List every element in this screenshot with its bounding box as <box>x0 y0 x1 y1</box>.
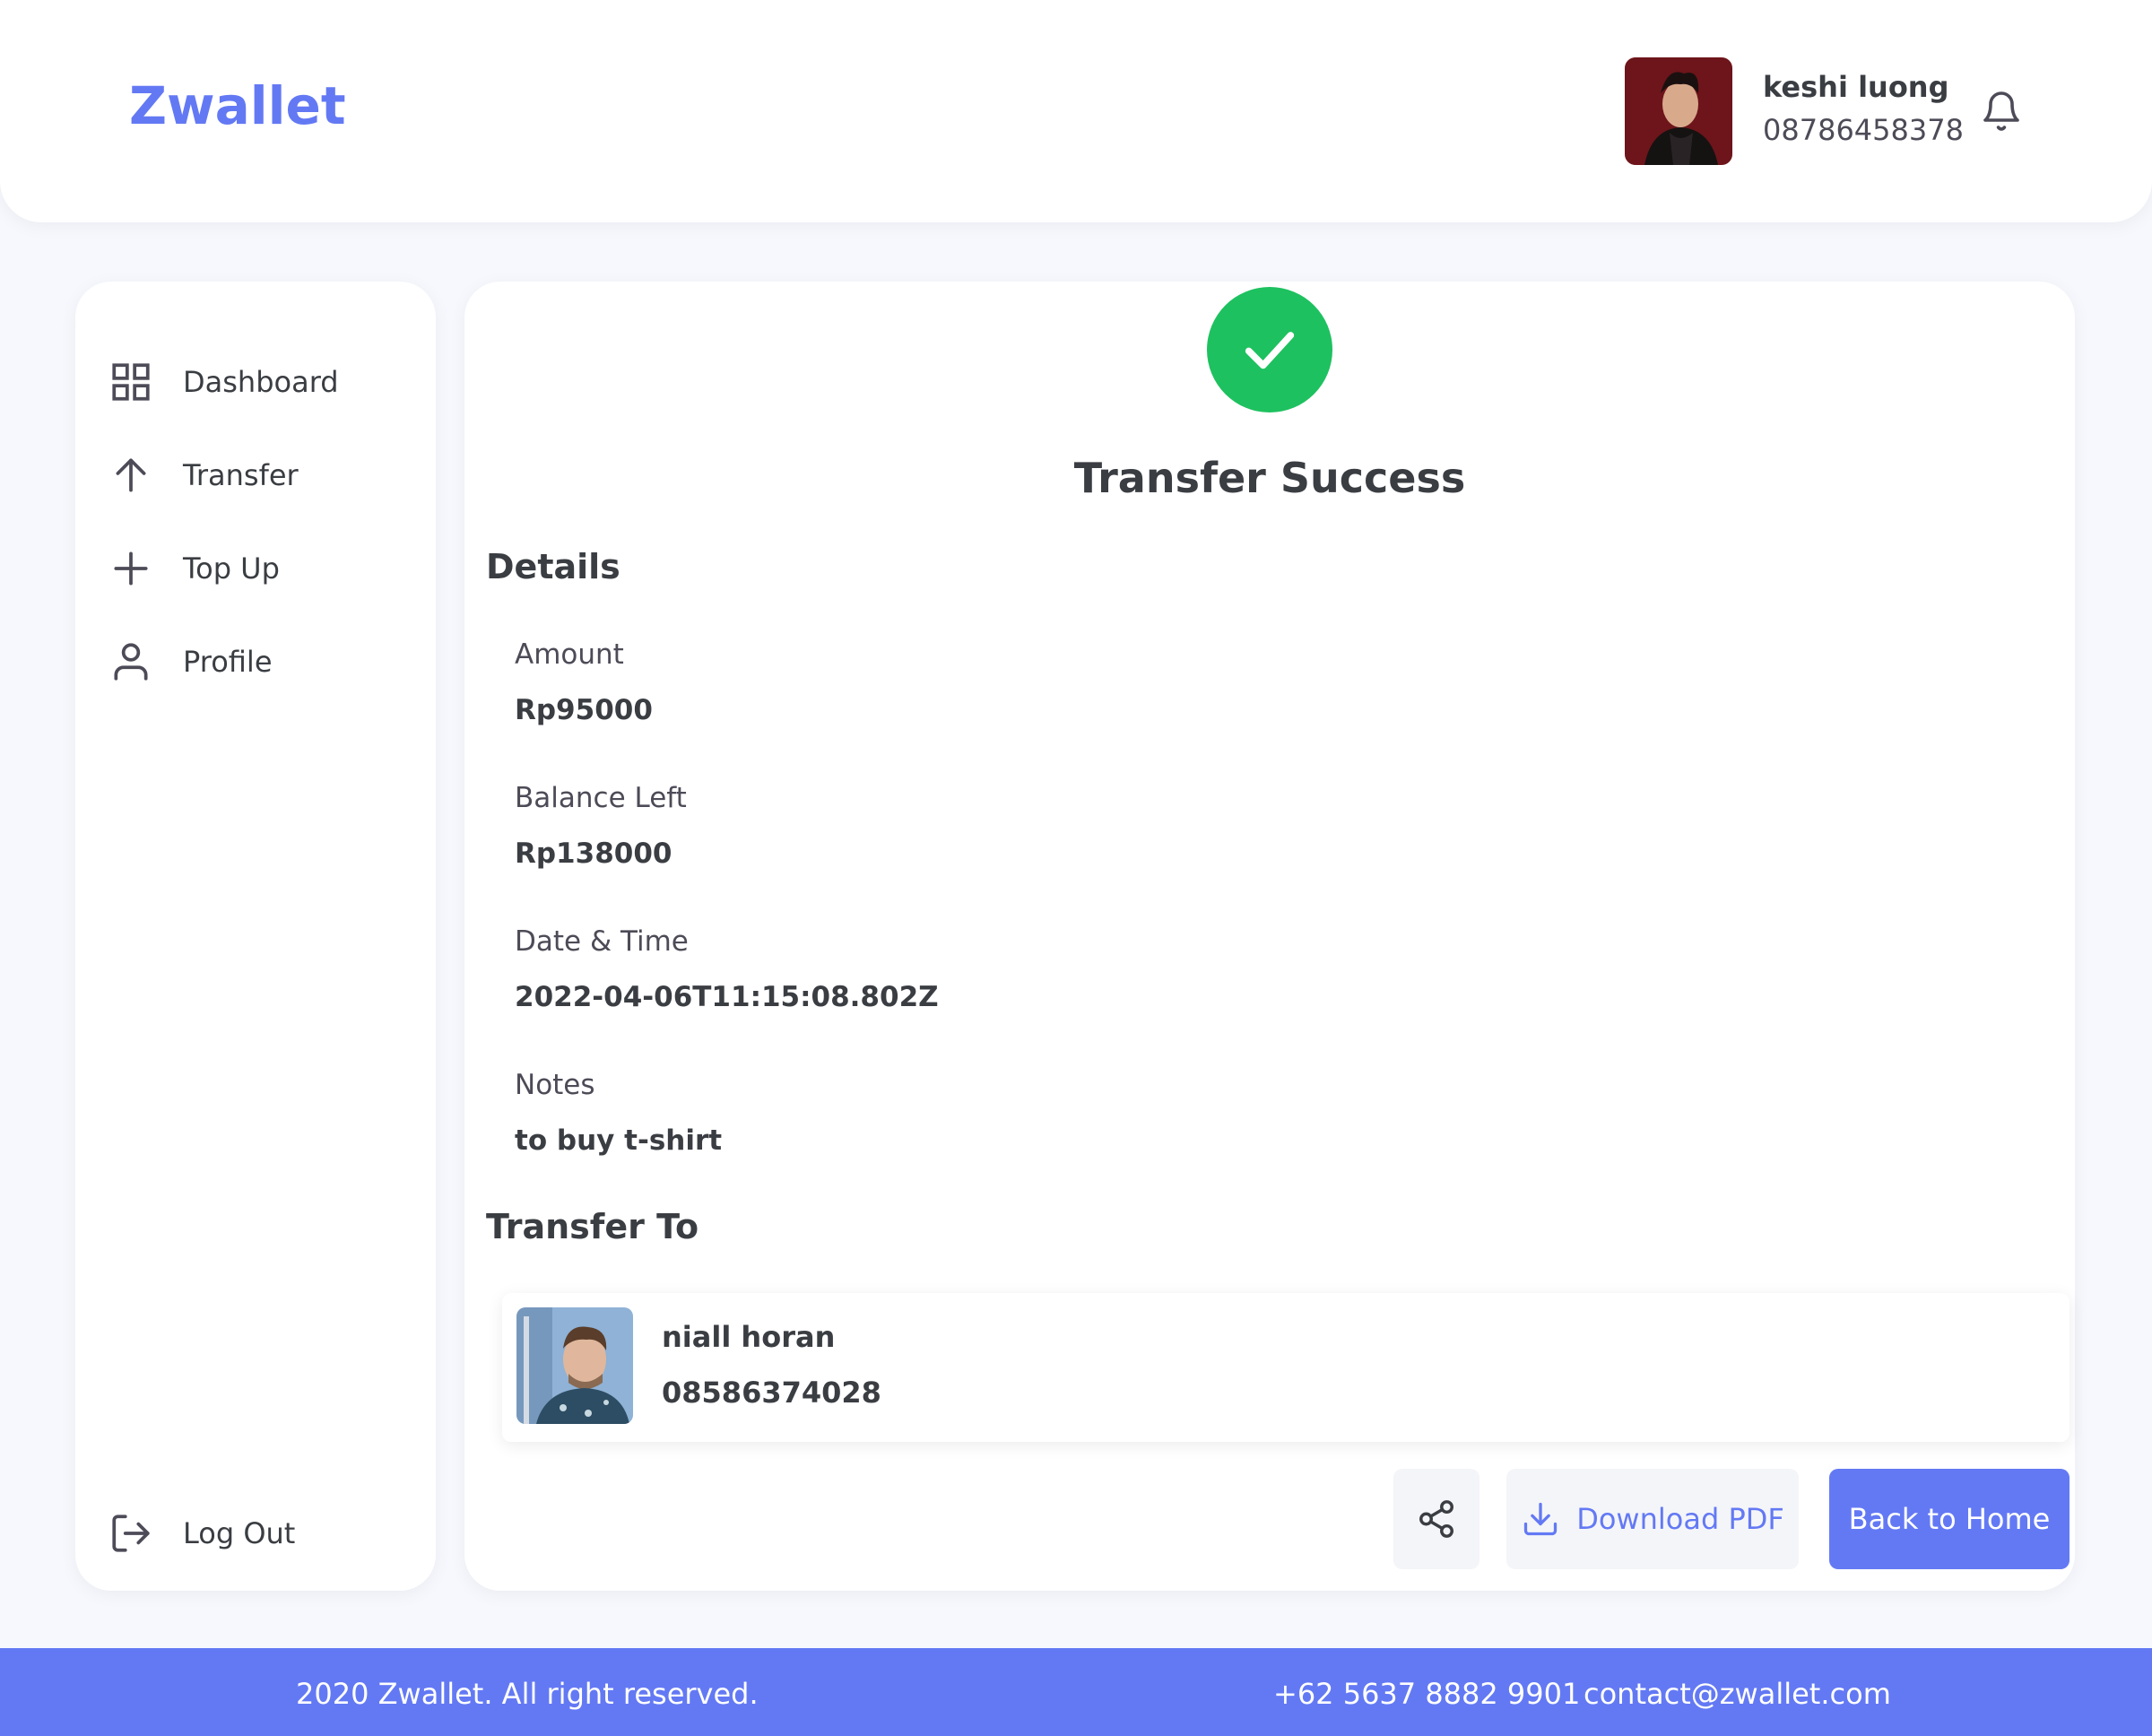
check-circle-icon <box>1207 287 1332 412</box>
transfer-result-panel: Transfer Success Details Amount Rp95000 … <box>464 282 2075 1591</box>
transfer-to-heading: Transfer To <box>486 1207 699 1246</box>
bell-icon[interactable] <box>1980 88 2023 135</box>
app-logo[interactable]: Zwallet <box>129 75 346 136</box>
sidebar-item-label: Dashboard <box>183 365 339 399</box>
logout-icon <box>108 1510 154 1557</box>
share-icon <box>1419 1500 1453 1538</box>
arrow-up-icon <box>108 452 154 499</box>
footer: 2020 Zwallet. All right reserved. +62 56… <box>0 1648 2152 1736</box>
details-heading: Details <box>486 547 620 586</box>
download-icon <box>1524 1502 1558 1536</box>
recipient-avatar <box>516 1307 633 1424</box>
user-name: keshi luong <box>1763 70 1949 104</box>
logout-button[interactable]: Log Out <box>108 1506 295 1560</box>
detail-label: Amount <box>515 638 624 671</box>
recipient-card[interactable]: niall horan 08586374028 <box>502 1293 2070 1442</box>
sidebar-item-label: Transfer <box>183 458 299 492</box>
user-icon <box>108 638 154 685</box>
recipient-avatar-photo <box>516 1307 633 1424</box>
download-pdf-button[interactable]: Download PDF <box>1506 1469 1799 1569</box>
back-to-home-button[interactable]: Back to Home <box>1829 1469 2070 1569</box>
share-button[interactable] <box>1393 1469 1480 1569</box>
detail-label: Date & Time <box>515 925 689 958</box>
footer-email[interactable]: contact@zwallet.com <box>1584 1677 1891 1711</box>
detail-value: Rp95000 <box>515 694 653 726</box>
user-avatar[interactable] <box>1625 57 1732 165</box>
detail-value: to buy t-shirt <box>515 1124 723 1157</box>
detail-value: Rp138000 <box>515 838 672 870</box>
logout-label: Log Out <box>183 1516 296 1550</box>
plus-icon <box>108 545 154 592</box>
sidebar-item-label: Profile <box>183 645 273 679</box>
detail-label: Balance Left <box>515 782 687 814</box>
user-phone: 08786458378 <box>1763 113 1964 147</box>
sidebar-item-top-up[interactable]: Top Up <box>108 542 280 595</box>
top-header: Zwallet keshi luong 08786458378 <box>0 0 2152 222</box>
sidebar-item-transfer[interactable]: Transfer <box>108 448 299 502</box>
recipient-phone: 08586374028 <box>662 1376 881 1410</box>
sidebar: Dashboard Transfer Top Up Profile Log Ou… <box>75 282 436 1591</box>
footer-phone[interactable]: +62 5637 8882 9901 <box>1273 1677 1580 1711</box>
download-pdf-label: Download PDF <box>1576 1502 1784 1536</box>
sidebar-item-label: Top Up <box>183 551 280 586</box>
detail-label: Notes <box>515 1069 595 1101</box>
recipient-name: niall horan <box>662 1320 836 1354</box>
grid-icon <box>108 359 154 405</box>
footer-copyright: 2020 Zwallet. All right reserved. <box>296 1677 759 1711</box>
page-title: Transfer Success <box>1073 454 1466 502</box>
detail-value: 2022-04-06T11:15:08.802Z <box>515 981 939 1013</box>
sidebar-item-dashboard[interactable]: Dashboard <box>108 355 339 409</box>
user-avatar-photo <box>1625 57 1732 165</box>
sidebar-item-profile[interactable]: Profile <box>108 635 273 689</box>
